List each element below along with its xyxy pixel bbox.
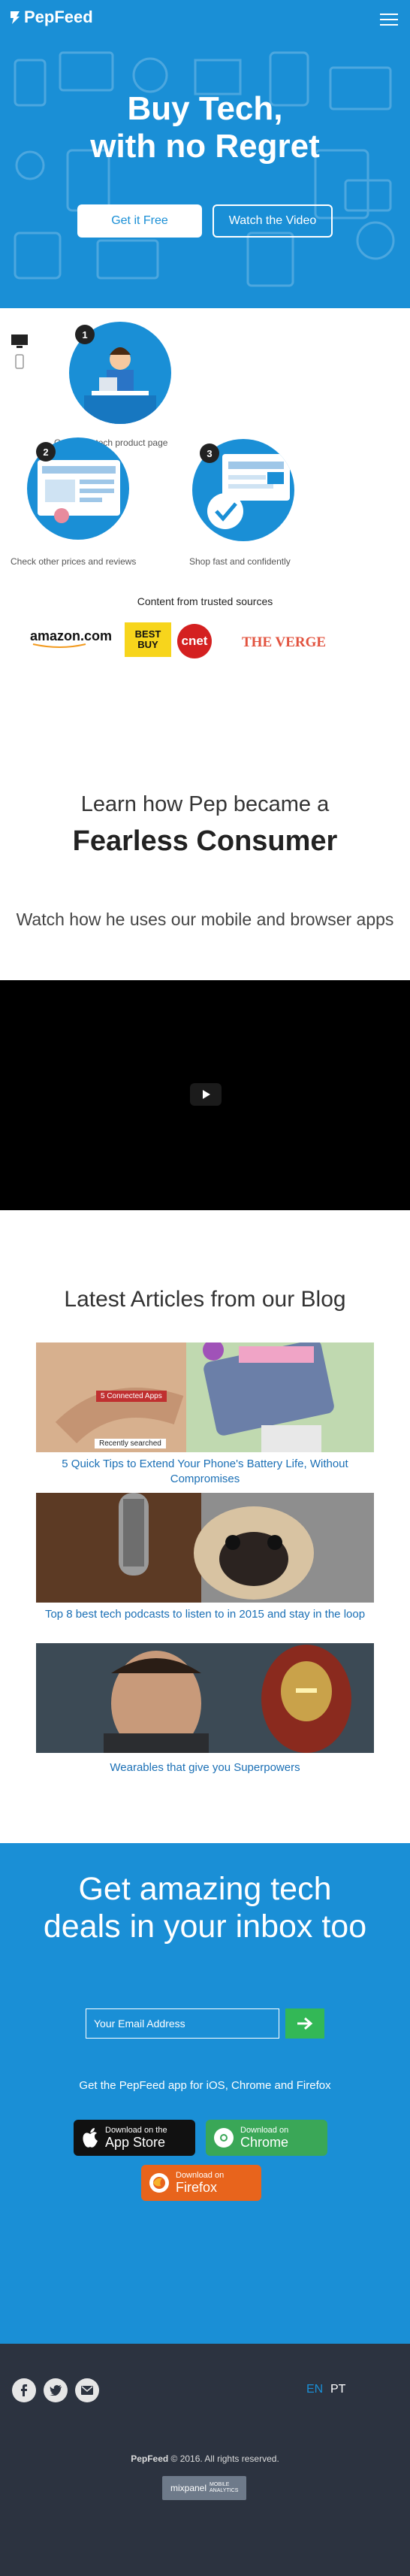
firefox-big: Firefox xyxy=(176,2179,218,2195)
chrome-store-button[interactable]: Download on Chrome xyxy=(206,2120,327,2156)
step-1-number: 1 xyxy=(75,325,95,344)
fearless-heading: Fearless Consumer xyxy=(72,825,338,857)
step-3-number: 3 xyxy=(200,443,219,463)
chrome-icon xyxy=(214,2128,234,2148)
trusted-sources-caption: Content from trusted sources xyxy=(137,595,273,607)
article-1-img-caption-2: Recently searched xyxy=(95,1439,166,1448)
mixpanel-badge[interactable]: mixpanel MOBILE ANALYTICS xyxy=(162,2476,246,2500)
language-en[interactable]: EN xyxy=(306,2383,323,2396)
apple-icon xyxy=(83,2128,98,2148)
brand-name: PepFeed xyxy=(24,8,93,26)
app-store-button[interactable]: Download on the App Store xyxy=(74,2120,195,2156)
twitter-icon[interactable] xyxy=(44,2378,68,2402)
amazon-logo: amazon.com xyxy=(30,628,112,649)
learn-heading: Learn how Pep became a xyxy=(80,792,330,816)
article-3-title[interactable]: Wearables that give you Superpowers xyxy=(30,1760,380,1775)
mobile-icon xyxy=(15,354,24,369)
the-verge-logo: THE VERGE xyxy=(242,634,327,650)
article-1-title[interactable]: 5 Quick Tips to Extend Your Phone's Batt… xyxy=(30,1457,380,1487)
pepfeed-logo-icon xyxy=(11,11,20,24)
play-icon xyxy=(203,1090,210,1099)
copyright: PepFeed © 2016. All rights reserved. xyxy=(131,2453,279,2464)
appstore-small: Download on the xyxy=(105,2125,167,2135)
hero-title: Buy Tech, with no Regret xyxy=(90,90,320,165)
desktop-icon[interactable] xyxy=(11,334,29,371)
facebook-icon[interactable] xyxy=(12,2378,36,2402)
cnet-logo: cnet xyxy=(177,624,212,658)
hero-section: PepFeed Buy Tech, with no Regret Get it … xyxy=(0,0,410,308)
watch-video-button[interactable]: Watch the Video xyxy=(213,204,333,238)
chrome-big: Chrome xyxy=(240,2134,289,2150)
article-2-image[interactable] xyxy=(36,1493,374,1603)
step-3-label: Shop fast and confidently xyxy=(189,556,291,567)
firefox-small: Download on xyxy=(176,2170,225,2180)
article-3-image[interactable] xyxy=(36,1643,374,1753)
chrome-small: Download on xyxy=(240,2125,289,2135)
step-2-label: Check other prices and reviews xyxy=(11,556,137,567)
get-it-free-button[interactable]: Get it Free xyxy=(77,204,202,238)
apps-caption: Get the PepFeed app for iOS, Chrome and … xyxy=(79,2079,331,2092)
arrow-right-icon xyxy=(297,2017,313,2030)
firefox-store-button[interactable]: Download on Firefox xyxy=(141,2165,261,2201)
email-icon[interactable] xyxy=(75,2378,99,2402)
article-1-image[interactable]: 5 Connected Apps Recently searched xyxy=(36,1342,374,1452)
blog-title: Latest Articles from our Blog xyxy=(64,1287,346,1312)
bestbuy-logo: BEST BUY xyxy=(125,622,171,657)
appstore-big: App Store xyxy=(105,2134,166,2150)
background-device-icons xyxy=(14,51,395,287)
article-1-img-caption-1: 5 Connected Apps xyxy=(96,1391,167,1402)
email-input[interactable] xyxy=(86,2008,279,2039)
newsletter-title: Get amazing tech deals in your inbox too xyxy=(43,1871,367,1945)
logo[interactable]: PepFeed xyxy=(9,8,93,27)
hamburger-menu-icon[interactable] xyxy=(380,14,398,26)
firefox-icon xyxy=(149,2173,169,2193)
watch-caption: Watch how he uses our mobile and browser… xyxy=(16,910,394,929)
email-submit-button[interactable] xyxy=(285,2008,324,2039)
language-pt[interactable]: PT xyxy=(330,2383,345,2396)
step-2-number: 2 xyxy=(36,442,56,462)
article-2-title[interactable]: Top 8 best tech podcasts to listen to in… xyxy=(30,1607,380,1622)
play-button[interactable] xyxy=(190,1083,222,1106)
device-toggle xyxy=(11,334,29,375)
